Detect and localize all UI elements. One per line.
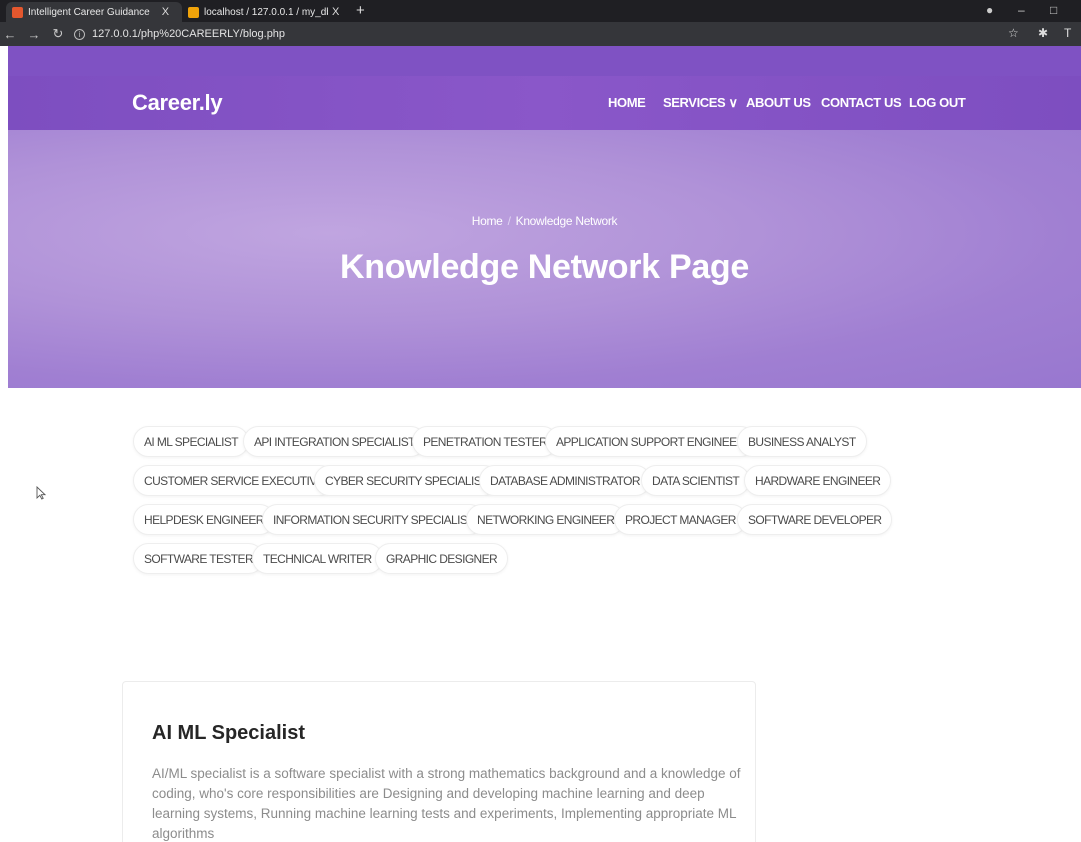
tag-item[interactable]: NETWORKING ENGINEER (466, 504, 626, 535)
tag-item[interactable]: CUSTOMER SERVICE EXECUTIVE (133, 465, 335, 496)
tag-item[interactable]: AI ML SPECIALIST (133, 426, 249, 457)
new-tab-button[interactable]: + (356, 2, 365, 20)
nav-about-us[interactable]: ABOUT US (746, 95, 811, 110)
browser-tab-active[interactable]: Intelligent Career Guidance X (6, 2, 182, 22)
mouse-cursor-icon (36, 486, 46, 500)
hero-banner: Home / Knowledge Network Knowledge Network… (8, 130, 1081, 388)
site-navbar: Career.ly HOME SERVICES ∨ ABOUT US CONTA… (8, 76, 1081, 130)
maximize-icon[interactable]: □ (1050, 3, 1057, 17)
tab-title: localhost / 127.0.0.1 / my_db / u: (204, 6, 328, 18)
page-top-strip (8, 46, 1081, 76)
tag-item[interactable]: INFORMATION SECURITY SPECIALIST (262, 504, 485, 535)
tag-item[interactable]: API INTEGRATION SPECIALIST (243, 426, 426, 457)
tag-item[interactable]: BUSINESS ANALYST (737, 426, 867, 457)
extensions-icon[interactable]: ✱ (1038, 26, 1048, 40)
browser-toolbar: ← → ↻ i 127.0.0.1/php%20CAREERLY/blog.ph… (0, 22, 1081, 46)
tag-item[interactable]: DATABASE ADMINISTRATOR (479, 465, 651, 496)
profile-letter-icon[interactable]: T (1064, 26, 1071, 40)
browser-tab-bar: Intelligent Career Guidance X localhost … (0, 0, 1081, 22)
page-title: Knowledge Network Page (339, 248, 750, 286)
favicon-icon (12, 6, 23, 18)
breadcrumb-home[interactable]: Home (472, 214, 503, 228)
site-logo[interactable]: Career.ly (132, 90, 223, 116)
tag-item[interactable]: HELPDESK ENGINEER (133, 504, 275, 535)
nav-home[interactable]: HOME (608, 95, 646, 110)
tag-item[interactable]: HARDWARE ENGINEER (744, 465, 892, 496)
tag-item[interactable]: APPLICATION SUPPORT ENGINEER (545, 426, 756, 457)
tag-item[interactable]: SOFTWARE DEVELOPER (737, 504, 893, 535)
breadcrumb-separator: / (507, 214, 511, 228)
tag-item[interactable]: SOFTWARE TESTER (133, 543, 265, 574)
minimize-icon[interactable]: – (1018, 3, 1025, 17)
profile-icon[interactable]: ● (986, 3, 993, 17)
career-card: AI ML Specialist AI/ML specialist is a s… (122, 681, 756, 842)
tab-close-icon[interactable]: X (162, 6, 169, 18)
tag-item[interactable]: GRAPHIC DESIGNER (375, 543, 509, 574)
tab-title: Intelligent Career Guidance (28, 6, 150, 18)
nav-log-out[interactable]: LOG OUT (909, 95, 966, 110)
browser-tab[interactable]: localhost / 127.0.0.1 / my_db / u: X (182, 2, 348, 22)
nav-services[interactable]: SERVICES ∨ (663, 95, 738, 111)
breadcrumb-current: Knowledge Network (515, 214, 618, 228)
card-title: AI ML Specialist (152, 722, 306, 744)
tag-item[interactable]: PENETRATION TESTER (412, 426, 559, 457)
url-text: 127.0.0.1/php%20CAREERLY/blog.php (92, 28, 286, 40)
address-bar[interactable]: i 127.0.0.1/php%20CAREERLY/blog.php (74, 25, 994, 43)
breadcrumb: Home / Knowledge Network (8, 214, 1081, 228)
tag-item[interactable]: CYBER SECURITY SPECIALIST (314, 465, 499, 496)
back-icon[interactable]: ← (2, 27, 18, 42)
tag-item[interactable]: TECHNICAL WRITER (252, 543, 383, 574)
tab-close-icon[interactable]: X (332, 6, 339, 18)
phpmyadmin-favicon-icon (188, 6, 199, 18)
site-info-icon[interactable]: i (74, 28, 85, 40)
forward-icon[interactable]: → (26, 27, 42, 42)
reload-icon[interactable]: ↻ (50, 26, 66, 42)
tag-item[interactable]: PROJECT MANAGER (614, 504, 747, 535)
bookmark-star-icon[interactable]: ☆ (1008, 26, 1019, 40)
tag-item[interactable]: DATA SCIENTIST (641, 465, 751, 496)
card-description: AI/ML specialist is a software specialis… (152, 766, 741, 841)
nav-contact-us[interactable]: CONTACT US (821, 95, 902, 110)
